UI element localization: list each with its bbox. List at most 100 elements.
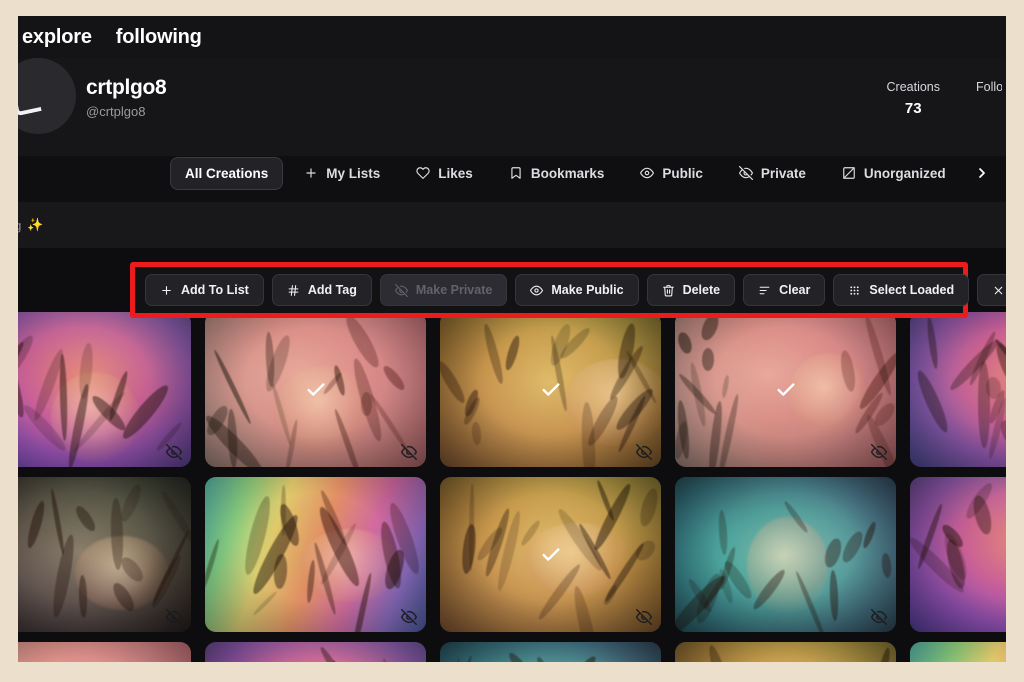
tab-likes[interactable]: Likes (401, 157, 488, 190)
make-private-button: Make Private (379, 274, 508, 306)
creation-card[interactable] (910, 477, 1006, 632)
eye-off-icon[interactable] (166, 444, 182, 460)
plus-icon (160, 284, 173, 297)
creation-thumbnail (910, 312, 1006, 467)
grid-row (18, 642, 1006, 662)
close-icon (992, 284, 1005, 297)
creation-card[interactable] (675, 477, 896, 632)
creation-thumbnail (675, 642, 896, 662)
app-window: Add To List Add Tag Make Private Make Publi… (18, 16, 1006, 662)
add-tag-button[interactable]: Add Tag (271, 274, 372, 306)
creation-card[interactable] (18, 312, 191, 467)
action-button-label: Make Public (551, 283, 624, 297)
tab-public[interactable]: Public (625, 157, 718, 190)
make-public-button[interactable]: Make Public (515, 274, 639, 306)
eye-icon (640, 166, 655, 180)
delete-button[interactable]: Delete (646, 274, 736, 306)
tab-all-creations[interactable]: All Creations (170, 156, 284, 190)
eye-off-icon (738, 166, 753, 180)
nav-link-following[interactable]: following (116, 26, 202, 49)
check-icon (540, 379, 562, 401)
check-icon (775, 379, 797, 401)
creation-card[interactable] (910, 312, 1006, 467)
creation-thumbnail (205, 642, 426, 662)
nav-link-explore[interactable]: explore (22, 26, 92, 49)
plus-icon (304, 166, 318, 180)
eye-off-icon (394, 283, 408, 297)
tag-filter-chip[interactable]: #tag ✨ (18, 217, 44, 233)
trash-icon (662, 284, 675, 297)
creation-card[interactable] (675, 312, 896, 467)
add-to-list-button[interactable]: Add To List (145, 274, 264, 306)
tab-label: All Creations (185, 165, 269, 181)
artwork-image (910, 477, 1006, 632)
creation-card[interactable] (205, 642, 426, 662)
profile-stats: Creations 73 Follo (887, 80, 1003, 117)
grid-row (18, 477, 1006, 632)
creation-card[interactable] (205, 312, 426, 467)
action-button-label: Select Loaded (869, 283, 955, 297)
tab-label: Likes (438, 165, 473, 181)
action-button-label: Delete (682, 283, 721, 297)
profile-stat: Follo (976, 80, 1002, 100)
sparkle-icon: ✨ (27, 217, 44, 232)
creation-card[interactable] (440, 477, 661, 632)
eye-off-icon[interactable] (636, 609, 652, 625)
creation-thumbnail (18, 642, 191, 662)
profile-identity: crtplgo8 @crtplgo8 (86, 76, 167, 122)
eye-off-icon[interactable] (401, 609, 417, 625)
page-title: crtplgo8 (86, 76, 167, 99)
tab-private[interactable]: Private (724, 157, 821, 190)
grid-dots-icon (848, 284, 861, 297)
eye-off-icon[interactable] (871, 609, 887, 625)
artwork-image (910, 642, 1006, 662)
tab-label: My Lists (326, 165, 381, 181)
creation-card[interactable] (675, 642, 896, 662)
profile-handle: @crtplgo8 (86, 104, 146, 119)
action-button-label: Clear (779, 283, 811, 297)
chevron-right-icon[interactable] (971, 162, 993, 184)
creation-card[interactable] (205, 477, 426, 632)
creation-card[interactable] (910, 642, 1006, 662)
tag-filter-label: #tag (18, 218, 21, 233)
creation-thumbnail (910, 642, 1006, 662)
creation-thumbnail (675, 477, 896, 632)
eye-off-icon[interactable] (871, 444, 887, 460)
creation-card[interactable] (18, 477, 191, 632)
creation-card[interactable] (18, 642, 191, 662)
profile-stat-label: Creations (886, 80, 941, 94)
bookmark-icon (509, 166, 523, 180)
profile-header: crtplgo8 @crtplgo8 Creations 73 Follo (18, 44, 1006, 156)
top-nav[interactable]: explore following (18, 16, 1006, 58)
artwork-image (205, 642, 426, 662)
tab-my-lists[interactable]: My Lists (289, 157, 395, 190)
eye-off-icon[interactable] (166, 609, 182, 625)
selection-toolbar-highlight: Add To List Add Tag Make Private Make Publi… (130, 262, 1006, 318)
creation-card[interactable] (440, 642, 661, 662)
avatar[interactable] (18, 58, 76, 134)
heart-icon (416, 166, 430, 180)
hash-icon (287, 284, 300, 297)
selection-action-toolbar[interactable]: Add To List Add Tag Make Private Make Publi… (135, 267, 1006, 313)
tab-unorganized[interactable]: Unorganized (827, 157, 961, 190)
artwork-image (18, 642, 191, 662)
select-loaded-button[interactable]: Select Loaded (833, 274, 970, 306)
close-button[interactable]: Close (977, 274, 1006, 306)
clear-button[interactable]: Clear (743, 274, 826, 306)
tab-bookmarks[interactable]: Bookmarks (494, 157, 620, 190)
eye-off-icon[interactable] (401, 444, 417, 460)
filter-strip: #tag ✨ (18, 202, 1006, 248)
creation-card[interactable] (440, 312, 661, 467)
action-button-label: Add Tag (307, 283, 357, 297)
artwork-image (675, 642, 896, 662)
check-icon (305, 379, 327, 401)
eye-off-icon[interactable] (636, 444, 652, 460)
page-frame: Add To List Add Tag Make Private Make Publi… (0, 0, 1024, 682)
creation-thumbnail (205, 477, 426, 632)
profile-stat: Creations 73 (887, 80, 941, 117)
artwork-image (675, 477, 896, 632)
eye-icon (530, 284, 544, 297)
profile-stat-label: Follo (976, 80, 1002, 94)
tab-scroll-container: All Creations My Lists Likes Bookmarks Publi… (18, 156, 961, 190)
profile-stat-value: 73 (904, 100, 922, 117)
